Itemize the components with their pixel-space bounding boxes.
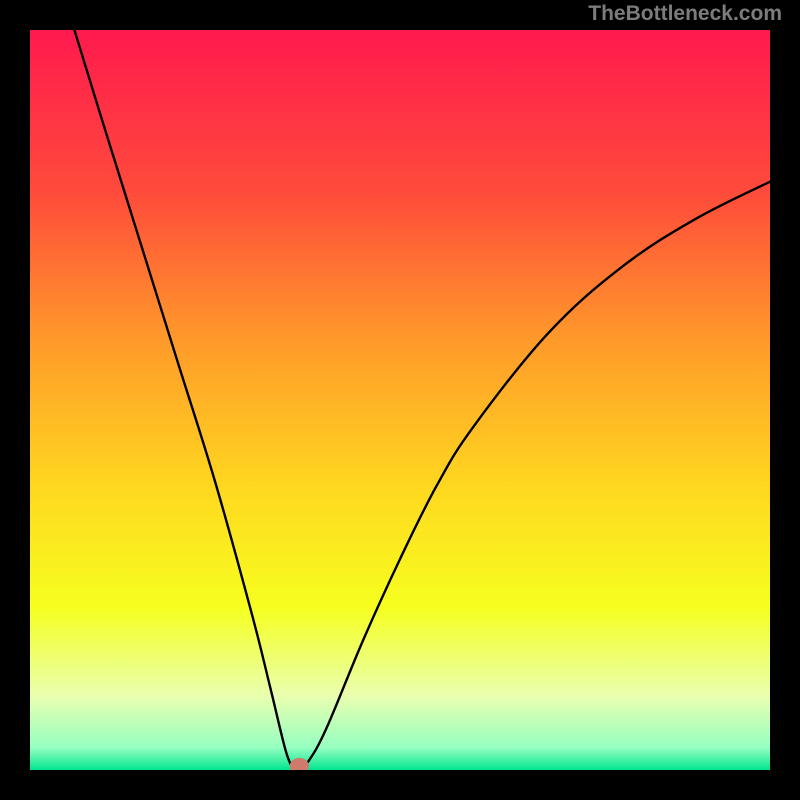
chart-frame: TheBottleneck.com — [0, 0, 800, 800]
plot-area — [30, 30, 770, 770]
watermark-text: TheBottleneck.com — [588, 2, 782, 26]
gradient-background — [30, 30, 770, 770]
